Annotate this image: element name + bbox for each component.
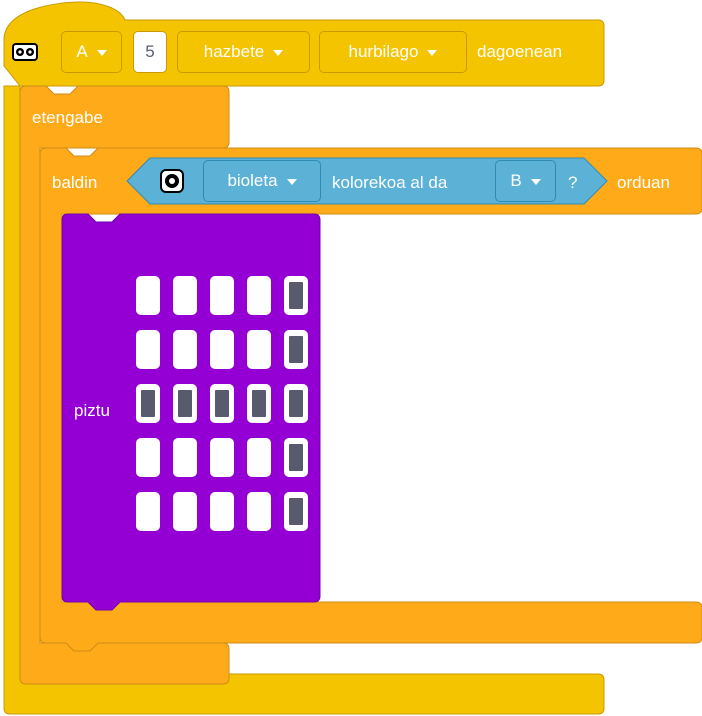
- chevron-down-icon: [286, 179, 297, 185]
- chevron-down-icon: [427, 50, 438, 56]
- matrix-pixel[interactable]: [284, 330, 308, 369]
- matrix-pixel[interactable]: [210, 330, 234, 369]
- matrix-pixel[interactable]: [247, 492, 271, 531]
- light-label: piztu: [74, 401, 110, 420]
- matrix-pixel[interactable]: [136, 384, 160, 423]
- matrix-pixel[interactable]: [247, 276, 271, 315]
- then-label: orduan: [617, 173, 670, 192]
- matrix-pixel[interactable]: [284, 492, 308, 531]
- matrix-pixel[interactable]: [247, 384, 271, 423]
- condition-text: kolorekoa al da: [332, 173, 448, 192]
- if-label: baldin: [52, 173, 98, 192]
- comparison-value: hurbilago: [348, 42, 419, 61]
- unit-value: hazbete: [203, 42, 265, 61]
- matrix-pixel[interactable]: [173, 438, 197, 477]
- chevron-down-icon: [96, 50, 107, 56]
- comparison-dropdown[interactable]: hurbilago: [319, 31, 467, 73]
- matrix-pixel[interactable]: [136, 492, 160, 531]
- port-value: A: [76, 42, 88, 61]
- matrix-pixel[interactable]: [173, 276, 197, 315]
- event-suffix-label: dagoenean: [477, 42, 563, 61]
- matrix-pixel[interactable]: [284, 276, 308, 315]
- color-dropdown[interactable]: bioleta: [203, 160, 321, 202]
- color-sensor-icon: [160, 169, 184, 193]
- distance-input[interactable]: 5: [133, 31, 167, 73]
- matrix-pixel[interactable]: [210, 492, 234, 531]
- matrix-pixel[interactable]: [210, 384, 234, 423]
- sensor-port-value: B: [510, 171, 522, 190]
- matrix-pixel[interactable]: [136, 276, 160, 315]
- matrix-pixel[interactable]: [210, 438, 234, 477]
- distance-sensor-icon: [12, 43, 38, 61]
- forever-label: etengabe: [32, 108, 103, 127]
- unit-dropdown[interactable]: hazbete: [177, 31, 310, 73]
- block-canvas: [3, 1, 702, 715]
- matrix-pixel[interactable]: [284, 384, 308, 423]
- matrix-pixel[interactable]: [210, 276, 234, 315]
- matrix-pixel[interactable]: [173, 330, 197, 369]
- chevron-down-icon: [530, 179, 541, 185]
- question-mark: ?: [568, 173, 578, 192]
- matrix-pixel[interactable]: [136, 330, 160, 369]
- port-dropdown[interactable]: A: [61, 31, 122, 73]
- color-value: bioleta: [227, 171, 278, 190]
- matrix-pixel[interactable]: [247, 330, 271, 369]
- matrix-pixel[interactable]: [173, 384, 197, 423]
- chevron-down-icon: [273, 50, 284, 56]
- matrix-pixel[interactable]: [284, 438, 308, 477]
- matrix-pixel[interactable]: [173, 492, 197, 531]
- sensor-port-dropdown[interactable]: B: [495, 160, 556, 202]
- matrix-pixel[interactable]: [247, 438, 271, 477]
- matrix-pixel[interactable]: [136, 438, 160, 477]
